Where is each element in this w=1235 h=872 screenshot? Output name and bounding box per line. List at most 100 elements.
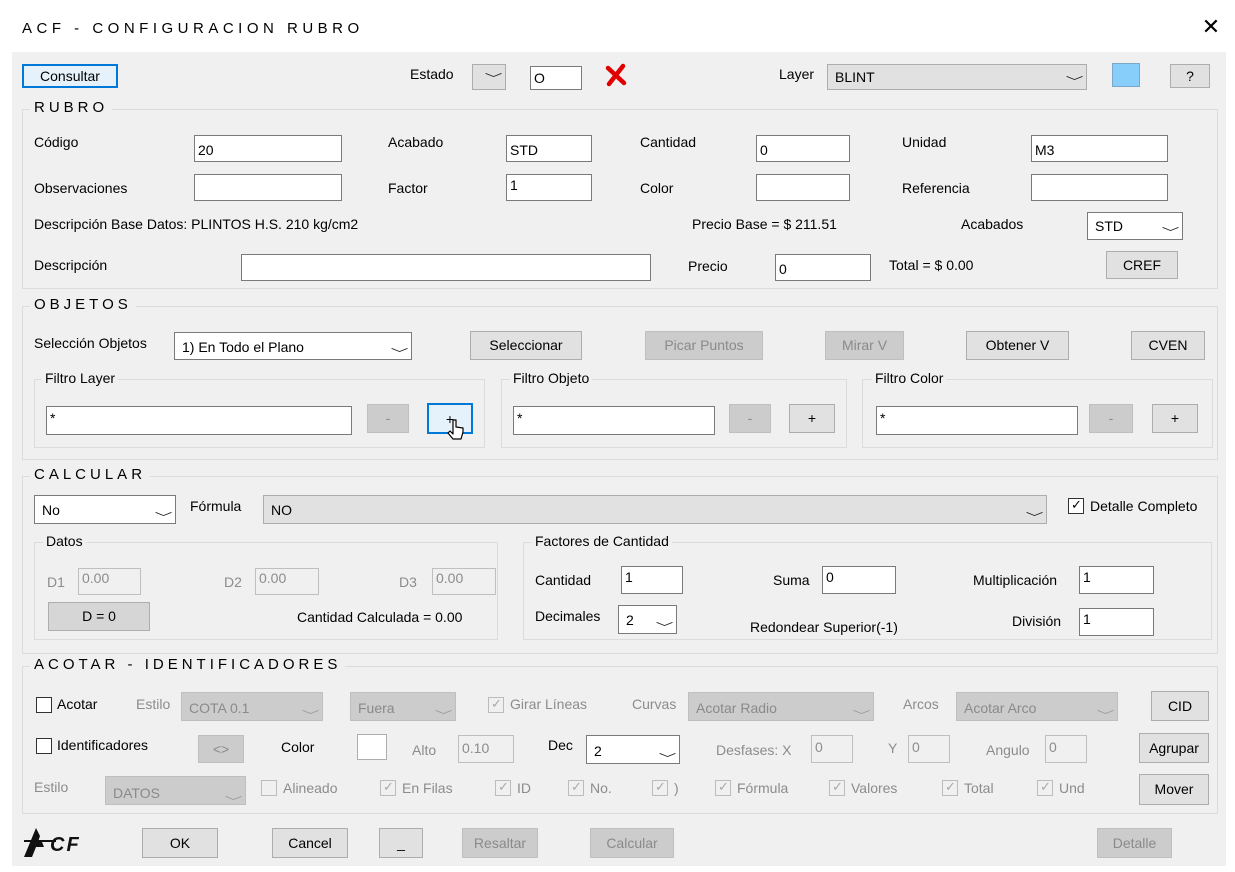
acotar-checkbox[interactable] <box>36 697 52 713</box>
unidad-field[interactable]: M3 <box>1031 135 1168 162</box>
help-button[interactable]: ? <box>1170 64 1210 88</box>
calcular-mode-dropdown[interactable]: No ﹀ <box>34 495 176 524</box>
und-checkbox[interactable]: ✓ <box>1037 779 1053 796</box>
identificadores-checkbox[interactable] <box>36 738 52 754</box>
precio-field[interactable]: 0 <box>775 254 871 281</box>
layer-dropdown[interactable]: BLINT ﹀ <box>827 64 1087 90</box>
desfases-x-field[interactable]: 0 <box>811 735 853 763</box>
filtro-color-plus-button[interactable]: + <box>1152 404 1198 433</box>
referencia-field[interactable] <box>1031 174 1168 201</box>
dec-value: 2 <box>594 743 602 759</box>
formula-check-label: Fórmula <box>737 780 789 796</box>
swap-button[interactable]: <> <box>198 735 244 763</box>
precio-base-text: Precio Base = $ 211.51 <box>692 216 837 232</box>
descripcion-field[interactable] <box>241 254 651 281</box>
fuera-dropdown[interactable]: Fuera ﹀ <box>350 692 456 721</box>
cantidad-calculada-text: Cantidad Calculada = 0.00 <box>297 609 463 625</box>
acotar-estilo-dropdown[interactable]: COTA 0.1 ﹀ <box>181 692 323 721</box>
acf-logo: CF <box>22 825 98 859</box>
formula-checkbox[interactable]: ✓ <box>715 779 731 796</box>
cven-button[interactable]: CVEN <box>1131 331 1205 360</box>
en-filas-checkbox[interactable]: ✓ <box>380 779 396 796</box>
filtro-objeto-field[interactable]: * <box>513 406 715 435</box>
arcos-dropdown[interactable]: Acotar Arco ﹀ <box>956 692 1118 721</box>
valores-checkbox[interactable]: ✓ <box>829 779 845 796</box>
acabados-dropdown[interactable]: STD ﹀ <box>1087 212 1183 240</box>
color-field[interactable] <box>756 174 850 201</box>
d-equals-button[interactable]: D = 0 <box>48 602 150 631</box>
cid-button[interactable]: CID <box>1151 691 1209 721</box>
filtro-objeto-plus-button[interactable]: + <box>789 404 835 433</box>
factor-field[interactable]: 1 <box>506 174 592 201</box>
alineado-checkbox[interactable] <box>261 780 277 796</box>
resaltar-button[interactable]: Resaltar <box>462 828 538 858</box>
acabado-label: Acabado <box>388 134 444 150</box>
estilo-datos-dropdown[interactable]: DATOS ﹀ <box>105 776 246 805</box>
obtener-v-button[interactable]: Obtener V <box>966 331 1069 360</box>
color-label: Color <box>640 180 674 196</box>
id-checkbox[interactable]: ✓ <box>495 779 511 796</box>
detalle-button[interactable]: Detalle <box>1097 828 1172 858</box>
dec-dropdown[interactable]: 2 ﹀ <box>586 735 680 764</box>
d1-field[interactable]: 0.00 <box>78 568 141 595</box>
girar-lineas-checkbox[interactable]: ✓ <box>488 696 504 713</box>
filtro-layer-field[interactable]: * <box>46 406 352 435</box>
acabado-field[interactable]: STD <box>506 135 592 162</box>
total-check-label: Total <box>964 780 994 796</box>
minimize-underscore-button[interactable]: _ <box>379 828 423 858</box>
detalle-completo-checkbox[interactable]: ✓ <box>1068 497 1084 514</box>
detalle-completo-label: Detalle Completo <box>1090 498 1198 514</box>
filtro-objeto-minus-button[interactable]: - <box>729 404 771 433</box>
paren-checkbox[interactable]: ✓ <box>652 779 668 796</box>
d3-field[interactable]: 0.00 <box>432 568 496 595</box>
factor-cantidad-field[interactable]: 1 <box>621 566 683 594</box>
cref-button[interactable]: CREF <box>1106 251 1178 279</box>
alineado-label: Alineado <box>283 780 338 796</box>
d2-field[interactable]: 0.00 <box>255 568 319 595</box>
calcular-button[interactable]: Calcular <box>590 828 674 858</box>
curvas-dropdown[interactable]: Acotar Radio ﹀ <box>688 692 874 721</box>
total-checkbox[interactable]: ✓ <box>942 779 958 796</box>
identificadores-label: Identificadores <box>57 737 149 753</box>
multiplicacion-field[interactable]: 1 <box>1079 566 1154 594</box>
estado-field[interactable]: O <box>530 66 582 90</box>
estado-dropdown[interactable]: ﹀ <box>472 64 506 90</box>
seleccion-objetos-value: 1) En Todo el Plano <box>182 339 304 355</box>
observaciones-field[interactable] <box>194 174 342 201</box>
acotar-color-swatch[interactable] <box>357 734 387 760</box>
division-field[interactable]: 1 <box>1079 608 1154 636</box>
suma-label: Suma <box>773 572 810 588</box>
seleccionar-button[interactable]: Seleccionar <box>470 331 582 360</box>
decimales-dropdown[interactable]: 2 ﹀ <box>618 605 677 634</box>
cursor-pointer-icon <box>447 419 464 440</box>
codigo-field[interactable]: 20 <box>194 135 342 162</box>
close-icon[interactable]: ✕ <box>1198 14 1224 40</box>
mirar-v-button[interactable]: Mirar V <box>825 331 904 360</box>
seleccion-objetos-dropdown[interactable]: 1) En Todo el Plano ﹀ <box>174 332 412 360</box>
formula-dropdown[interactable]: NO ﹀ <box>263 495 1047 524</box>
curvas-label: Curvas <box>632 696 677 712</box>
arcos-label: Arcos <box>903 696 939 712</box>
formula-value: NO <box>271 502 292 518</box>
filtro-color-minus-button[interactable]: - <box>1089 404 1133 433</box>
suma-field[interactable]: 0 <box>822 566 896 594</box>
cantidad-field[interactable]: 0 <box>756 135 850 162</box>
no-checkbox[interactable]: ✓ <box>568 779 584 796</box>
ok-button[interactable]: OK <box>142 828 218 858</box>
arcos-value: Acotar Arco <box>964 700 1037 716</box>
mover-button[interactable]: Mover <box>1139 774 1209 805</box>
cancel-button[interactable]: Cancel <box>272 828 348 858</box>
picar-puntos-button[interactable]: Picar Puntos <box>645 331 763 360</box>
window-title: ACF - CONFIGURACION RUBRO <box>22 20 364 37</box>
consultar-button[interactable]: Consultar <box>22 64 118 88</box>
angulo-field[interactable]: 0 <box>1045 735 1087 763</box>
filtro-color-field[interactable]: * <box>876 406 1078 435</box>
acotar-estilo-value: COTA 0.1 <box>189 700 250 716</box>
agrupar-button[interactable]: Agrupar <box>1139 733 1209 763</box>
layer-color-swatch[interactable] <box>1112 63 1140 87</box>
desfases-y-field[interactable]: 0 <box>908 735 950 763</box>
acotar-color-label: Color <box>281 739 315 755</box>
alto-field[interactable]: 0.10 <box>458 735 514 763</box>
filtro-layer-minus-button[interactable]: - <box>367 404 409 433</box>
id-label: ID <box>517 780 531 796</box>
